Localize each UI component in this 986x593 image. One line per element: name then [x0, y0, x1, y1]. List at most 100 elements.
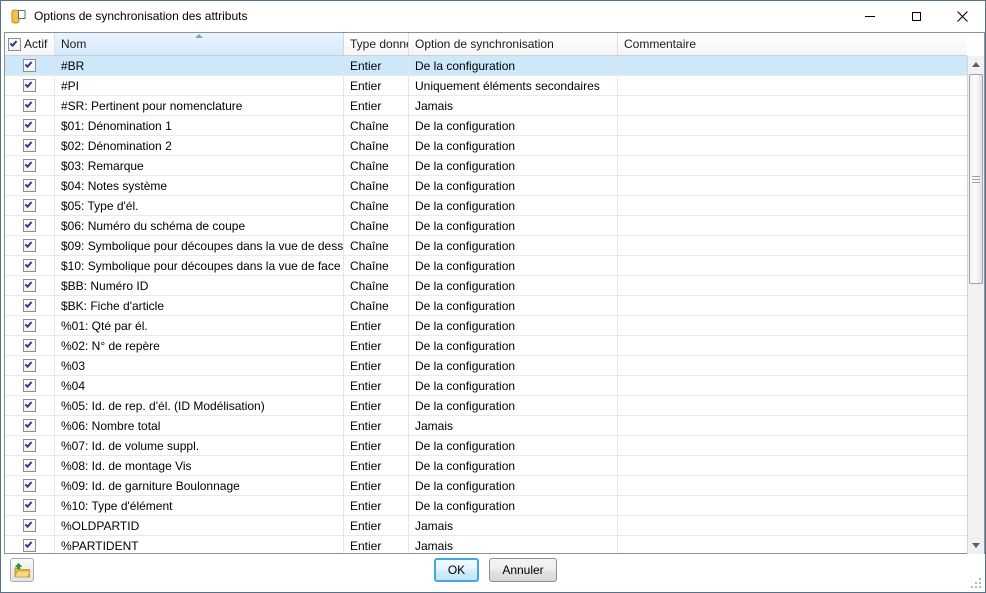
title-bar: Options de synchronisation des attributs — [1, 1, 985, 31]
table-row[interactable]: $06: Numéro du schéma de coupeChaîneDe l… — [5, 216, 967, 236]
checkmark-icon — [25, 380, 33, 388]
table-row[interactable]: $BB: Numéro IDChaîneDe la configuration — [5, 276, 967, 296]
table-row[interactable]: $BK: Fiche d'articleChaîneDe la configur… — [5, 296, 967, 316]
cell-commentaire — [618, 296, 967, 315]
checkmark-icon — [25, 500, 33, 508]
row-checkbox[interactable] — [23, 519, 36, 532]
cell-commentaire — [618, 236, 967, 255]
row-checkbox[interactable] — [23, 459, 36, 472]
cell-option: De la configuration — [409, 456, 618, 475]
column-header-actif[interactable]: Actif — [5, 33, 55, 55]
table-row[interactable]: %06: Nombre totalEntierJamais — [5, 416, 967, 436]
cell-type: Entier — [344, 476, 409, 495]
row-checkbox[interactable] — [23, 99, 36, 112]
row-checkbox[interactable] — [23, 179, 36, 192]
row-checkbox[interactable] — [23, 119, 36, 132]
minimize-button[interactable] — [847, 1, 893, 31]
cell-actif — [5, 516, 55, 535]
cell-commentaire — [618, 276, 967, 295]
row-checkbox[interactable] — [23, 299, 36, 312]
row-checkbox[interactable] — [23, 259, 36, 272]
table-row[interactable]: $10: Symbolique pour découpes dans la vu… — [5, 256, 967, 276]
scroll-up-button[interactable] — [968, 56, 984, 73]
open-folder-button[interactable] — [10, 558, 34, 582]
cell-actif — [5, 116, 55, 135]
cell-option: De la configuration — [409, 216, 618, 235]
table-row[interactable]: %01: Qté par él.EntierDe la configuratio… — [5, 316, 967, 336]
resize-grip[interactable] — [970, 577, 983, 590]
cell-actif — [5, 296, 55, 315]
row-checkbox[interactable] — [23, 359, 36, 372]
cell-nom: $06: Numéro du schéma de coupe — [55, 216, 344, 235]
cell-commentaire — [618, 416, 967, 435]
cell-commentaire — [618, 316, 967, 335]
column-header-commentaire[interactable]: Commentaire — [618, 33, 967, 55]
table-row[interactable]: %OLDPARTIDEntierJamais — [5, 516, 967, 536]
cell-type: Chaîne — [344, 216, 409, 235]
sort-ascending-icon — [195, 34, 203, 38]
table-row[interactable]: %PARTIDENTEntierJamais — [5, 536, 967, 553]
table-row[interactable]: %08: Id. de montage VisEntierDe la confi… — [5, 456, 967, 476]
cancel-button[interactable]: Annuler — [489, 558, 557, 582]
ok-button[interactable]: OK — [434, 558, 479, 582]
table-row[interactable]: %09: Id. de garniture BoulonnageEntierDe… — [5, 476, 967, 496]
cell-option: De la configuration — [409, 296, 618, 315]
row-checkbox[interactable] — [23, 339, 36, 352]
cell-nom: $09: Symbolique pour découpes dans la vu… — [55, 236, 344, 255]
close-button[interactable] — [939, 1, 985, 31]
row-checkbox[interactable] — [23, 539, 36, 552]
row-checkbox[interactable] — [23, 319, 36, 332]
row-checkbox[interactable] — [23, 399, 36, 412]
cell-nom: $04: Notes système — [55, 176, 344, 195]
table-row[interactable]: $09: Symbolique pour découpes dans la vu… — [5, 236, 967, 256]
column-header-nom[interactable]: Nom — [55, 33, 344, 55]
column-header-option[interactable]: Option de synchronisation — [409, 33, 618, 55]
row-checkbox[interactable] — [23, 139, 36, 152]
table-row[interactable]: %04EntierDe la configuration — [5, 376, 967, 396]
table-row[interactable]: %02: N° de repèreEntierDe la configurati… — [5, 336, 967, 356]
cell-actif — [5, 456, 55, 475]
row-checkbox[interactable] — [23, 479, 36, 492]
checkmark-icon — [25, 240, 33, 248]
table-row[interactable]: %05: Id. de rep. d'él. (ID Modélisation)… — [5, 396, 967, 416]
cell-commentaire — [618, 256, 967, 275]
checkmark-icon — [25, 360, 33, 368]
cell-commentaire — [618, 196, 967, 215]
row-checkbox[interactable] — [23, 159, 36, 172]
maximize-button[interactable] — [893, 1, 939, 31]
row-checkbox[interactable] — [23, 199, 36, 212]
column-label-type: Type données — [350, 37, 409, 51]
cell-option: Jamais — [409, 516, 618, 535]
row-checkbox[interactable] — [23, 219, 36, 232]
table-row[interactable]: $04: Notes systèmeChaîneDe la configurat… — [5, 176, 967, 196]
column-header-type[interactable]: Type données — [344, 33, 409, 55]
table-row[interactable]: $01: Dénomination 1ChaîneDe la configura… — [5, 116, 967, 136]
cell-type: Chaîne — [344, 276, 409, 295]
table-row[interactable]: $05: Type d'él.ChaîneDe la configuration — [5, 196, 967, 216]
row-checkbox[interactable] — [23, 499, 36, 512]
row-checkbox[interactable] — [23, 419, 36, 432]
cell-nom: $05: Type d'él. — [55, 196, 344, 215]
table-row[interactable]: $02: Dénomination 2ChaîneDe la configura… — [5, 136, 967, 156]
table-row[interactable]: %07: Id. de volume suppl.EntierDe la con… — [5, 436, 967, 456]
cell-nom: %OLDPARTID — [55, 516, 344, 535]
scrollbar-thumb[interactable] — [969, 74, 983, 284]
table-row[interactable]: #BREntierDe la configuration — [5, 56, 967, 76]
header-checkbox[interactable] — [8, 38, 21, 51]
cell-commentaire — [618, 396, 967, 415]
row-checkbox[interactable] — [23, 59, 36, 72]
table-row[interactable]: #PIEntierUniquement éléments secondaires — [5, 76, 967, 96]
row-checkbox[interactable] — [23, 79, 36, 92]
table-row[interactable]: %10: Type d'élémentEntierDe la configura… — [5, 496, 967, 516]
row-checkbox[interactable] — [23, 439, 36, 452]
cell-nom: %10: Type d'élément — [55, 496, 344, 515]
row-checkbox[interactable] — [23, 379, 36, 392]
row-checkbox[interactable] — [23, 279, 36, 292]
table-row[interactable]: #SR: Pertinent pour nomenclatureEntierJa… — [5, 96, 967, 116]
table-row[interactable]: %03EntierDe la configuration — [5, 356, 967, 376]
scroll-down-button[interactable] — [968, 537, 984, 554]
row-checkbox[interactable] — [23, 239, 36, 252]
vertical-scrollbar[interactable] — [967, 56, 984, 554]
table-row[interactable]: $03: RemarqueChaîneDe la configuration — [5, 156, 967, 176]
cell-actif — [5, 236, 55, 255]
